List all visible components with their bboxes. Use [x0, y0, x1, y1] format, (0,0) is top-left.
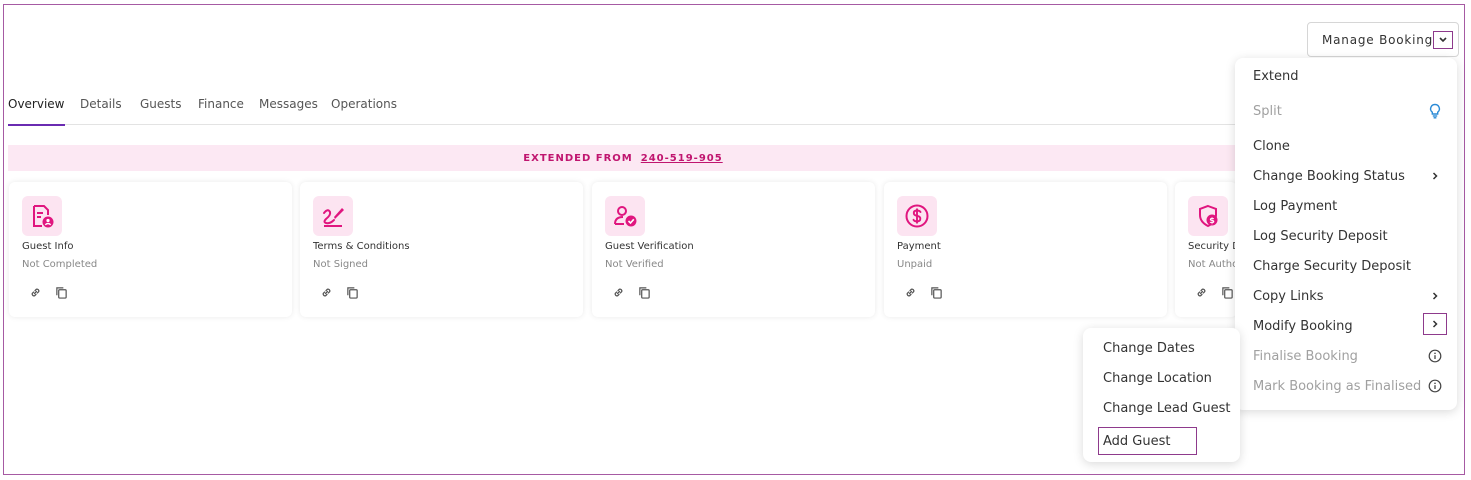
chevron-right-icon: [1427, 288, 1443, 304]
dollar-icon: [897, 196, 937, 236]
guest-verification-card: Guest Verification Not Verified: [592, 182, 875, 317]
menu-item-clone[interactable]: Clone: [1253, 136, 1449, 156]
card-title: Guest Verification: [605, 241, 694, 252]
submenu-item-change-dates[interactable]: Change Dates: [1103, 338, 1195, 358]
link-icon[interactable]: [27, 284, 43, 300]
menu-item-modify-booking[interactable]: Modify Booking: [1253, 313, 1449, 336]
link-icon[interactable]: [902, 284, 918, 300]
security-deposit-card: $ Security D Not Autho: [1175, 182, 1237, 317]
menu-item-change-booking-status[interactable]: Change Booking Status: [1253, 166, 1449, 186]
card-title: Security D: [1188, 241, 1237, 252]
lightbulb-icon: [1427, 103, 1443, 119]
info-icon: [1427, 378, 1443, 394]
extended-banner: EXTENDED FROM 240-519-905: [8, 145, 1238, 171]
extended-from-label: EXTENDED FROM: [523, 152, 633, 164]
menu-item-log-security-deposit[interactable]: Log Security Deposit: [1253, 226, 1449, 246]
signature-icon: [313, 196, 353, 236]
menu-item-label: Change Booking Status: [1253, 168, 1405, 184]
manage-booking-button[interactable]: Manage Booking: [1307, 22, 1459, 57]
card-title: Guest Info: [22, 241, 74, 252]
guest-info-icon: [22, 196, 62, 236]
tab-details[interactable]: Details: [80, 96, 122, 124]
link-icon[interactable]: [610, 284, 626, 300]
extended-booking-link[interactable]: 240-519-905: [641, 153, 723, 164]
copy-icon[interactable]: [928, 284, 944, 300]
manage-booking-label: Manage Booking: [1322, 32, 1434, 47]
card-status: Not Signed: [313, 259, 369, 270]
copy-icon[interactable]: [53, 284, 69, 300]
menu-item-label: Log Payment: [1253, 198, 1338, 214]
tab-bar: Overview Details Guests Finance Messages…: [8, 96, 1238, 126]
submenu-item-change-location[interactable]: Change Location: [1103, 368, 1212, 388]
tab-operations[interactable]: Operations: [331, 96, 397, 124]
info-icon: [1427, 348, 1443, 364]
menu-item-extend[interactable]: Extend: [1253, 66, 1449, 86]
menu-item-finalise-booking[interactable]: Finalise Booking: [1253, 346, 1449, 366]
menu-item-label: Modify Booking: [1253, 318, 1353, 334]
user-verified-icon: [605, 196, 645, 236]
copy-icon[interactable]: [344, 284, 360, 300]
modify-booking-submenu: Change Dates Change Location Change Lead…: [1083, 328, 1240, 462]
tab-finance[interactable]: Finance: [198, 96, 244, 124]
card-title: Payment: [897, 241, 941, 252]
card-status: Not Verified: [605, 259, 664, 270]
link-icon[interactable]: [318, 284, 334, 300]
menu-item-label: Log Security Deposit: [1253, 228, 1388, 244]
submenu-item-add-guest[interactable]: Add Guest: [1098, 427, 1198, 455]
menu-item-label: Split: [1253, 103, 1282, 119]
menu-item-label: Charge Security Deposit: [1253, 258, 1411, 274]
menu-item-copy-links[interactable]: Copy Links: [1253, 286, 1449, 306]
menu-item-log-payment[interactable]: Log Payment: [1253, 196, 1449, 216]
payment-card: Payment Unpaid: [884, 182, 1167, 317]
card-status: Not Completed: [22, 259, 98, 270]
guest-info-card: Guest Info Not Completed: [9, 182, 292, 317]
card-title: Terms & Conditions: [313, 241, 410, 252]
shield-dollar-icon: $: [1188, 196, 1228, 236]
tab-guests[interactable]: Guests: [140, 96, 182, 124]
menu-item-mark-booking-finalised[interactable]: Mark Booking as Finalised: [1253, 376, 1449, 396]
copy-icon[interactable]: [636, 284, 652, 300]
submenu-item-change-lead-guest[interactable]: Change Lead Guest: [1103, 398, 1230, 418]
chevron-right-icon: [1427, 168, 1443, 184]
copy-icon[interactable]: [1219, 284, 1235, 300]
tab-overview[interactable]: Overview: [8, 96, 65, 126]
menu-item-label: Mark Booking as Finalised: [1253, 378, 1422, 394]
menu-item-charge-security-deposit[interactable]: Charge Security Deposit: [1253, 256, 1449, 276]
chevron-down-icon[interactable]: [1433, 31, 1453, 49]
tab-messages[interactable]: Messages: [259, 96, 318, 124]
menu-item-label: Copy Links: [1253, 288, 1324, 304]
card-status: Not Autho: [1188, 259, 1237, 270]
menu-item-label: Finalise Booking: [1253, 348, 1358, 364]
card-status: Unpaid: [897, 259, 933, 270]
menu-item-label: Clone: [1253, 138, 1290, 154]
chevron-right-icon[interactable]: [1423, 313, 1447, 335]
manage-booking-menu: Extend Split Clone Change Booking Status…: [1235, 58, 1457, 410]
link-icon[interactable]: [1193, 284, 1209, 300]
menu-item-split[interactable]: Split: [1253, 101, 1449, 121]
svg-text:$: $: [1209, 216, 1215, 225]
menu-item-label: Extend: [1253, 68, 1299, 84]
terms-card: Terms & Conditions Not Signed: [300, 182, 583, 317]
